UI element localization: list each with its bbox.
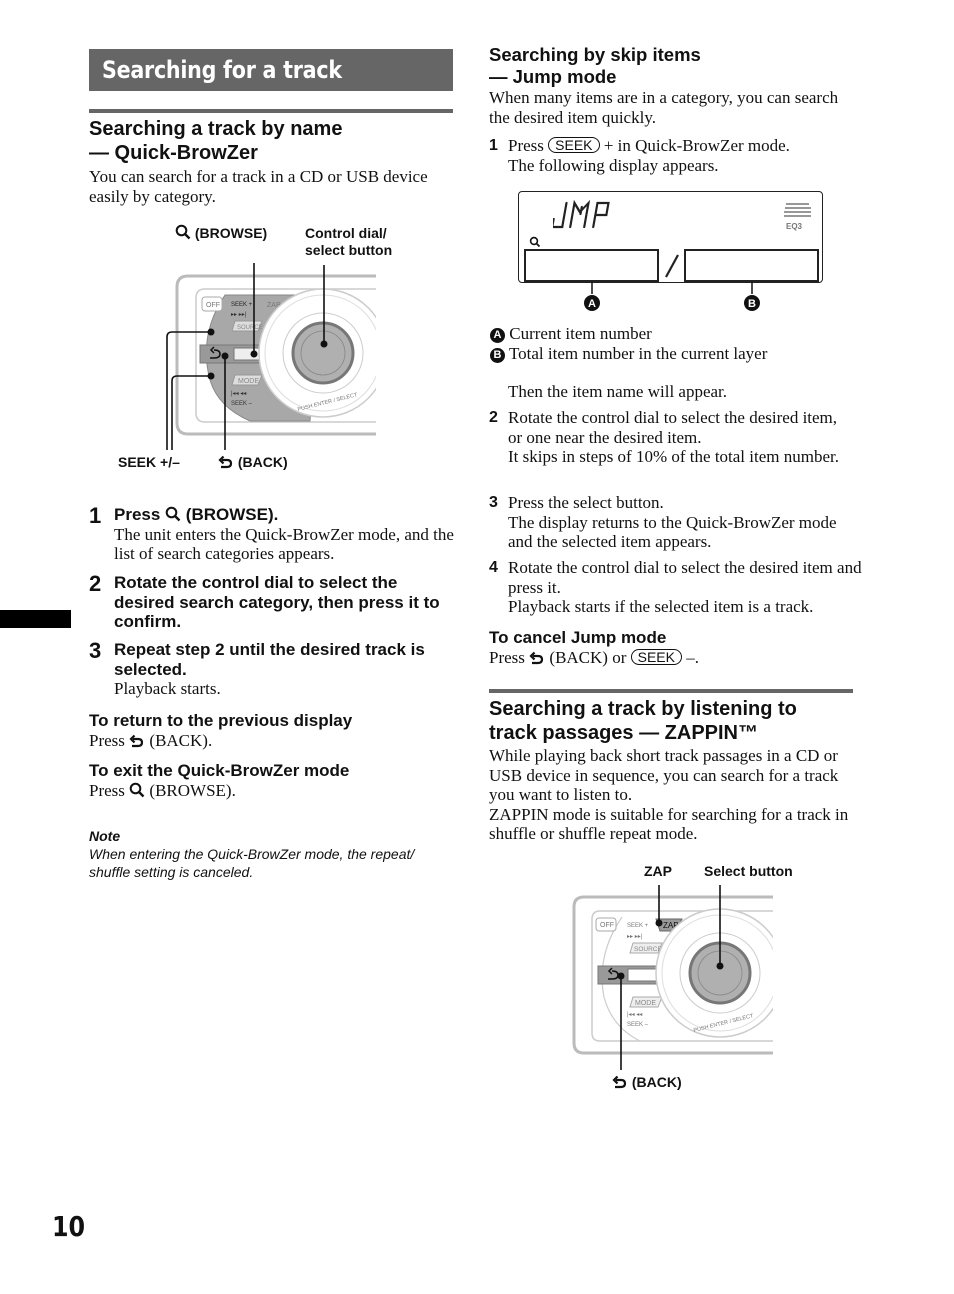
label-seek: SEEK +/– [118,454,180,470]
svg-text:SEEK +: SEEK + [231,302,253,308]
svg-text:|◂◂ ◂◂: |◂◂ ◂◂ [231,391,246,397]
marker-b-icon: B [490,347,505,363]
svg-text:|◂◂ ◂◂: |◂◂ ◂◂ [627,1012,642,1018]
lcd-legend: A Current item number B Total item numbe… [490,324,854,363]
svg-text:A: A [588,298,596,310]
total-item-field [684,249,819,282]
page-title: Searching for a track [102,56,342,84]
svg-text:SEEK –: SEEK – [231,401,253,407]
chapter-tab-marker [0,610,71,628]
diagram-zappin: ZAP Select button OFF SEEK + ZAP ▸▸ ▸▸| … [570,855,810,1095]
section-divider [489,689,853,693]
section-quick-browzer: Searching a track by name — Quick-BrowZe… [89,117,453,206]
svg-text:▸▸ ▸▸|: ▸▸ ▸▸| [627,934,643,940]
svg-text:MODE: MODE [238,378,259,385]
page-number: 10 [52,1210,86,1243]
legend-item-a: A Current item number [490,324,854,344]
diagram-quick-browzer: (BROWSE) Control dial/ select button OFF… [110,215,410,475]
section-zappin: Searching a track by listening to track … [489,697,853,844]
section-heading: Searching a track by name — Quick-BrowZe… [89,118,343,164]
label-back: (BACK) [218,454,288,471]
magnifier-icon [129,782,145,798]
svg-text:OFF: OFF [206,302,220,309]
legend-item-b: B Total item number in the current layer [490,344,854,364]
section-intro: You can search for a track in a CD or US… [89,167,428,206]
back-arrow-icon [218,455,233,469]
section-jump-mode: Searching by skip items — Jump mode When… [489,44,853,127]
page-title-bar: Searching for a track [89,49,453,91]
section-heading: Searching a track by listening to track … [489,698,797,744]
seek-key: SEEK [630,649,682,665]
eq-indicator-icon: EQ3 [784,203,811,231]
cancel-jump-mode: To cancel Jump mode Press (BACK) or SEEK… [489,628,699,667]
lcd-separator [665,254,679,278]
step-1-body: The unit enters the Quick-BrowZer mode, … [114,524,454,564]
current-item-field [524,249,659,282]
magnifier-icon [529,236,541,248]
svg-text:SOURCE: SOURCE [634,946,662,953]
return-previous-display: To return to the previous display Press … [89,711,353,750]
back-arrow-icon [612,1075,627,1089]
seek-key: SEEK [548,137,600,153]
lcd-callouts: A B [584,282,760,311]
svg-text:EQ3: EQ3 [786,222,803,231]
back-arrow-icon [129,734,144,748]
car-stereo-faceplate: OFF SEEK + ZAP ▸▸ ▸▸| SOURCE MODE |◂◂ ◂◂… [166,263,410,450]
svg-text:SEEK +: SEEK + [627,923,649,929]
marker-a-icon: A [490,328,505,343]
back-arrow-icon [529,651,544,665]
car-stereo-faceplate: OFF SEEK + ZAP ▸▸ ▸▸| SOURCE MODE |◂◂ ◂◂… [572,885,810,1070]
then-text: Then the item name will appear. [508,382,728,401]
magnifier-icon [165,506,181,522]
svg-text:SOURCE: SOURCE [237,325,263,331]
section-divider [89,109,453,113]
lcd-display: JMP EQ3 [518,191,823,283]
svg-text:B: B [748,298,756,310]
label-back: (BACK) [612,1074,682,1091]
svg-text:SEEK –: SEEK – [627,1022,649,1028]
svg-text:▸▸ ▸▸|: ▸▸ ▸▸| [231,312,247,318]
section-intro: When many items are in a category, you c… [489,88,839,127]
svg-text:OFF: OFF [600,922,614,929]
lcd-jmp-text [553,200,610,229]
step-3-body: Playback starts. [114,679,221,698]
exit-quick-browzer: To exit the Quick-BrowZer mode Press (BR… [89,761,350,800]
note: Note When entering the Quick-BrowZer mod… [89,828,415,880]
svg-text:MODE: MODE [635,1000,656,1007]
